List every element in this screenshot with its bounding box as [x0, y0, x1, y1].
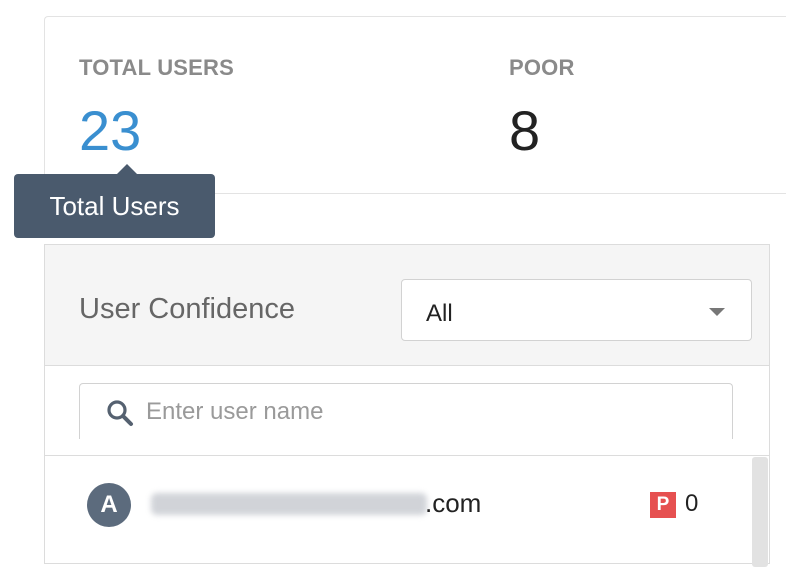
total-users-label: TOTAL USERS [79, 55, 234, 80]
avatar: A [87, 483, 131, 527]
users-panel: User Confidence All A .com P 0 [44, 244, 770, 567]
user-confidence-label: User Confidence [79, 293, 295, 325]
list-divider [45, 455, 769, 456]
blurred-email [151, 493, 427, 515]
search-box[interactable] [79, 383, 733, 439]
filter-bar: User Confidence All [45, 245, 769, 366]
user-count: 0 [685, 490, 699, 517]
scrollbar[interactable] [752, 457, 768, 567]
search-input[interactable] [146, 394, 706, 430]
chevron-down-icon [709, 308, 725, 316]
poor-value[interactable]: 8 [509, 103, 540, 159]
email-suffix: .com [425, 488, 482, 518]
total-users-value[interactable]: 23 [79, 103, 141, 159]
stats-card: TOTAL USERS 23 POOR 8 [44, 16, 786, 194]
tooltip: Total Users [14, 164, 215, 238]
list-item[interactable]: A .com P 0 [45, 457, 750, 549]
user-confidence-select[interactable]: All [401, 279, 752, 341]
tooltip-arrow [117, 164, 137, 174]
poor-label: POOR [509, 55, 575, 80]
tooltip-text: Total Users [49, 190, 180, 221]
poor-badge: P [650, 492, 676, 518]
select-value: All [426, 300, 453, 327]
search-icon [107, 400, 133, 426]
